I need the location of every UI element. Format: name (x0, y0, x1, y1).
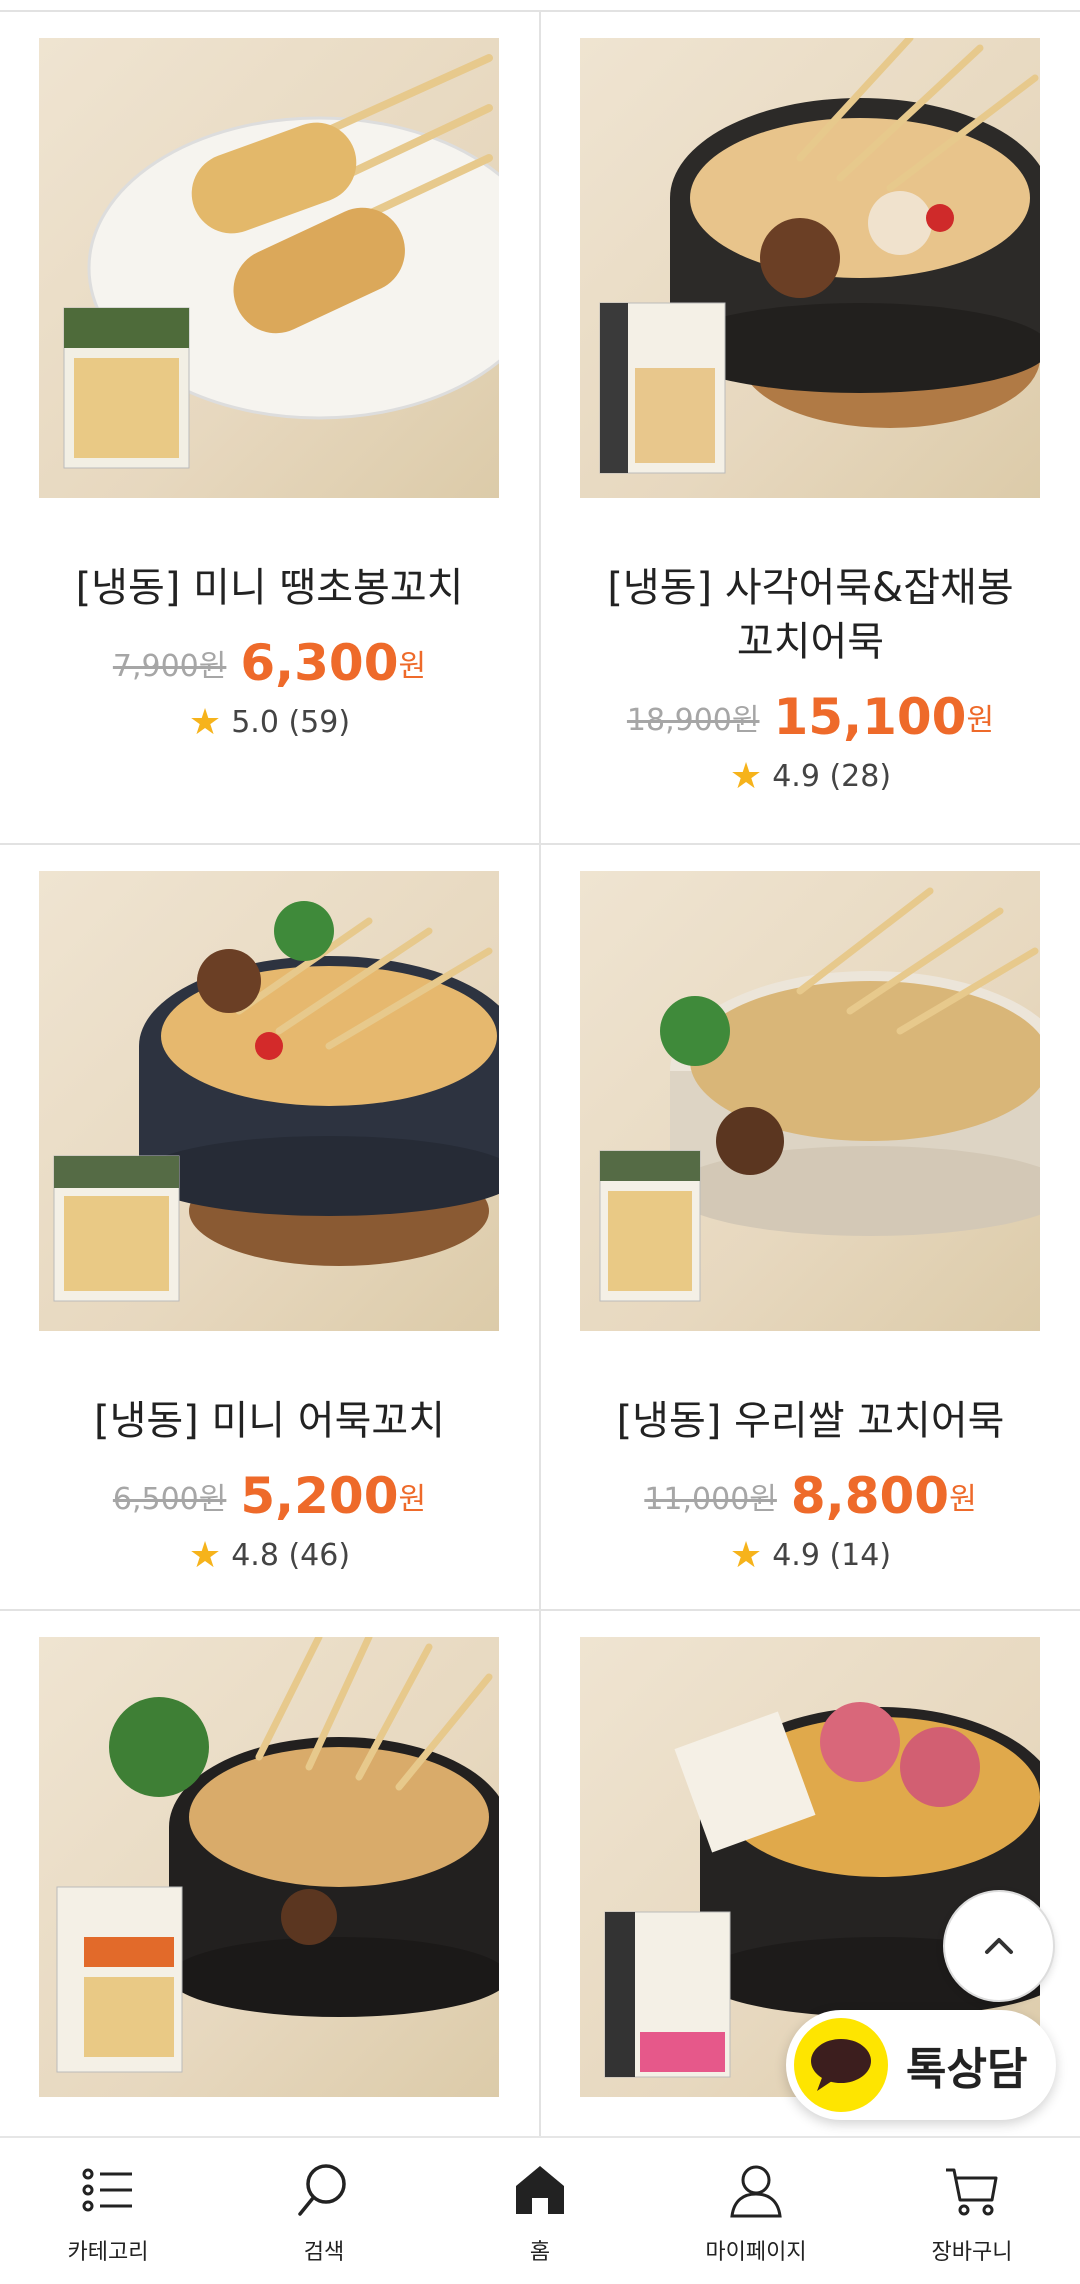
scroll-to-top-button[interactable] (943, 1890, 1055, 2002)
review-count: (28) (829, 759, 892, 794)
star-icon: ★ (729, 1535, 763, 1576)
currency-unit: 원 (949, 1482, 977, 1517)
product-image[interactable] (39, 1637, 499, 2097)
bottom-tab-bar: 카테고리 검색 홈 마이페이지 장바구니 (0, 2136, 1080, 2284)
rating: ★ 5.0 (59) (0, 702, 539, 743)
product-image[interactable] (580, 871, 1040, 1331)
tab-home[interactable]: 홈 (432, 2138, 648, 2284)
product-image[interactable] (39, 38, 499, 498)
product-card[interactable] (0, 1611, 539, 2137)
original-price: 6,500원 (112, 1482, 227, 1517)
rating-value: 5.0 (231, 705, 279, 740)
original-price: 7,900원 (112, 649, 227, 684)
rating: ★ 4.8 (46) (0, 1535, 539, 1576)
product-title[interactable]: [냉동] 우리쌀 꼬치어묵 (541, 1393, 1080, 1449)
sale-price: 5,200 (240, 1467, 399, 1525)
sale-price: 8,800 (790, 1467, 950, 1525)
product-card[interactable]: [냉동] 미니 땡초봉꼬치 7,900원 6,300원 ★ 5.0 (59) (0, 12, 539, 843)
chat-consult-label: 톡상담 (906, 2044, 1028, 2095)
cart-icon (946, 2168, 998, 2216)
price-row: 11,000원 8,800원 (541, 1467, 1080, 1525)
tab-category[interactable]: 카테고리 (0, 2138, 216, 2284)
price-row: 18,900원 15,100원 (541, 688, 1080, 746)
chevron-up-icon (985, 1938, 1013, 1954)
tab-label: 마이페이지 (705, 2240, 807, 2265)
rating-value: 4.8 (231, 1538, 279, 1573)
product-image[interactable] (580, 38, 1040, 498)
top-divider (0, 0, 1080, 12)
currency-unit: 원 (398, 1482, 427, 1517)
product-title[interactable]: [냉동] 미니 어묵꼬치 (0, 1393, 539, 1449)
tab-label: 장바구니 (931, 2240, 1013, 2265)
tab-search[interactable]: 검색 (216, 2138, 432, 2284)
price-row: 6,500원 5,200원 (0, 1467, 539, 1525)
person-icon (730, 2165, 782, 2218)
original-price: 11,000원 (644, 1482, 777, 1517)
rating: ★ 4.9 (28) (541, 756, 1080, 797)
product-title[interactable]: [냉동] 미니 땡초봉꼬치 (0, 560, 539, 616)
product-card[interactable]: [냉동] 사각어묵&잡채봉 꼬치어묵 18,900원 15,100원 ★ 4.9 (… (541, 12, 1080, 843)
review-count: (59) (288, 705, 351, 740)
product-card[interactable]: [냉동] 우리쌀 꼬치어묵 11,000원 8,800원 ★ 4.9 (14) (541, 845, 1080, 1609)
currency-unit: 원 (398, 649, 427, 684)
original-price: 18,900원 (626, 703, 760, 738)
chat-consult-button[interactable]: 톡상담 (786, 2010, 1056, 2120)
product-grid: [냉동] 미니 땡초봉꼬치 7,900원 6,300원 ★ 5.0 (59) [… (0, 0, 1080, 2137)
tab-label: 홈 (529, 2240, 551, 2265)
sale-price: 6,300 (240, 634, 399, 692)
star-icon: ★ (188, 702, 222, 743)
tab-label: 카테고리 (67, 2240, 149, 2265)
review-count: (14) (829, 1538, 892, 1573)
star-icon: ★ (729, 756, 763, 797)
tab-cart[interactable]: 장바구니 (864, 2138, 1080, 2284)
rating-value: 4.9 (772, 759, 820, 794)
product-title[interactable]: [냉동] 사각어묵&잡채봉 (541, 560, 1080, 616)
price-row: 7,900원 6,300원 (0, 634, 539, 692)
home-icon (516, 2166, 564, 2214)
tab-mypage[interactable]: 마이페이지 (648, 2138, 864, 2284)
rating: ★ 4.9 (14) (541, 1535, 1080, 1576)
currency-unit: 원 (966, 703, 995, 738)
search-icon (298, 2164, 346, 2216)
star-icon: ★ (188, 1535, 222, 1576)
rating-value: 4.9 (772, 1538, 820, 1573)
tab-label: 검색 (303, 2240, 345, 2265)
sale-price: 15,100 (773, 688, 967, 746)
product-card[interactable]: [냉동] 미니 어묵꼬치 6,500원 5,200원 ★ 4.8 (46) (0, 845, 539, 1609)
product-title-line2[interactable]: 꼬치어묵 (541, 614, 1080, 670)
review-count: (46) (288, 1538, 351, 1573)
list-icon (82, 2168, 132, 2212)
kakao-chat-bubble-icon (794, 2018, 888, 2112)
product-image[interactable] (39, 871, 499, 1331)
